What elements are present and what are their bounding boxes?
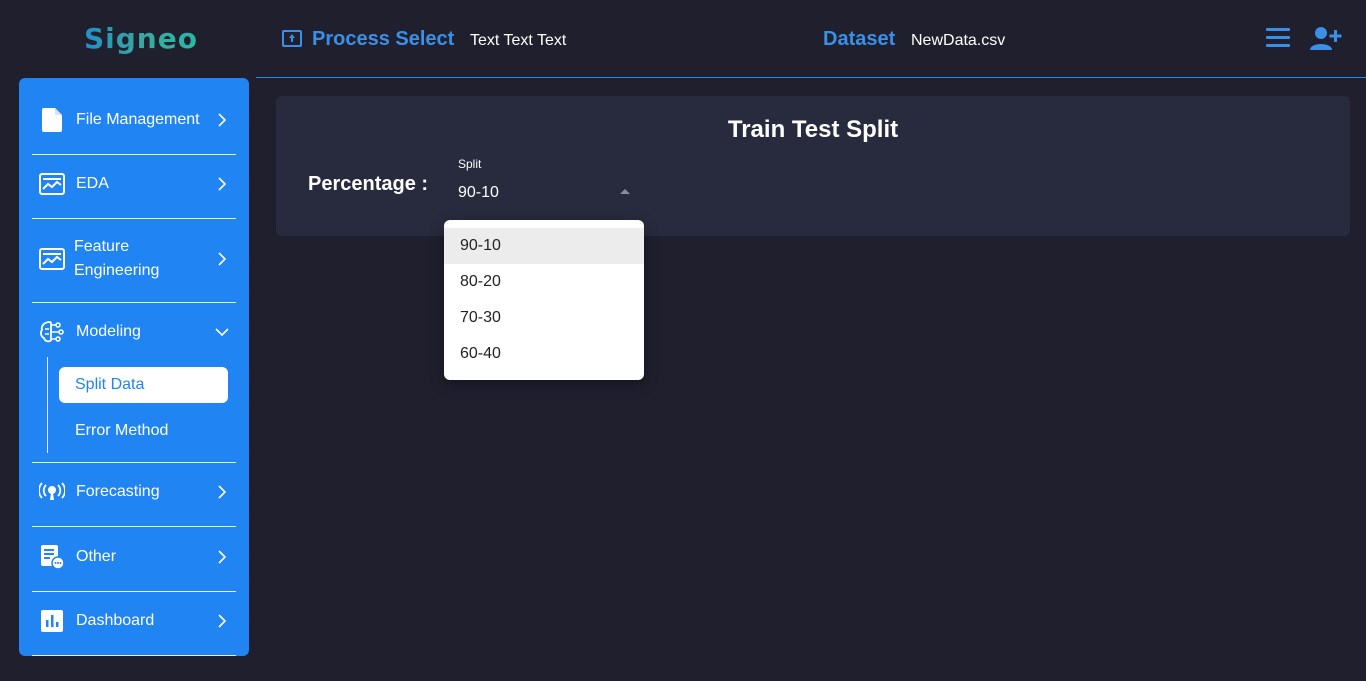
- divider: [32, 655, 236, 656]
- split-select-label: Split: [458, 157, 482, 171]
- split-option[interactable]: 60-40: [444, 336, 644, 372]
- sidebar-subitem-error-method[interactable]: Error Method: [75, 422, 168, 440]
- dataset-title: Dataset: [823, 28, 896, 50]
- caret-up-icon[interactable]: [620, 189, 630, 194]
- chart-board-icon: [39, 247, 65, 271]
- sidebar-item-feature-engineering[interactable]: Feature Engineering: [19, 235, 249, 283]
- sidebar-subitem-split-data[interactable]: Split Data: [59, 367, 228, 403]
- top-header: Process Select Text Text Text Dataset Ne…: [256, 0, 1366, 78]
- chevron-right-icon: [218, 177, 227, 191]
- sidebar-item-modeling[interactable]: Modeling: [19, 320, 249, 344]
- split-option[interactable]: 90-10: [444, 228, 644, 264]
- file-icon: [39, 108, 65, 132]
- sidebar-subitem-label: Split Data: [75, 376, 145, 393]
- add-user-icon[interactable]: [1310, 26, 1342, 52]
- divider: [32, 154, 236, 155]
- sidebar-item-label: Forecasting: [76, 483, 160, 500]
- sidebar-item-file-management[interactable]: File Management: [19, 108, 249, 132]
- train-test-split-card: Train Test Split Percentage : Split 90-1…: [276, 96, 1350, 236]
- chart-board-icon: [39, 172, 65, 196]
- divider: [32, 462, 236, 463]
- chevron-down-icon: [215, 328, 229, 337]
- sidebar-item-label: Dashboard: [76, 612, 155, 629]
- chevron-right-icon: [218, 113, 227, 127]
- chevron-right-icon: [218, 485, 227, 499]
- menu-icon[interactable]: [1266, 28, 1290, 48]
- document-chat-icon: [39, 545, 65, 569]
- bar-chart-icon: [39, 609, 65, 633]
- split-select[interactable]: 90-10: [458, 184, 499, 202]
- chevron-right-icon: [218, 550, 227, 564]
- submenu-guide-line: [47, 357, 48, 453]
- brain-circuit-icon: [39, 320, 65, 344]
- app-logo: Signeo: [84, 22, 198, 55]
- process-select-title[interactable]: Process Select: [312, 28, 454, 51]
- chevron-right-icon: [218, 252, 227, 266]
- sidebar: File Management EDA Feature Engineering …: [19, 78, 249, 656]
- chevron-right-icon: [218, 614, 227, 628]
- sidebar-item-forecasting[interactable]: Forecasting: [19, 480, 249, 504]
- sidebar-item-label-line2: Engineering: [74, 262, 160, 279]
- sidebar-item-dashboard[interactable]: Dashboard: [19, 609, 249, 633]
- sidebar-item-label: Modeling: [76, 323, 141, 340]
- process-select-text: Text Text Text: [470, 32, 567, 49]
- sidebar-item-label: File Management: [76, 111, 200, 128]
- broadcast-icon: [39, 480, 65, 504]
- sidebar-item-label: Feature: [74, 238, 130, 255]
- split-option[interactable]: 70-30: [444, 300, 644, 336]
- divider: [32, 591, 236, 592]
- dataset-filename: NewData.csv: [911, 32, 1006, 49]
- split-dropdown-menu: 90-10 80-20 70-30 60-40: [444, 220, 644, 380]
- sidebar-item-eda[interactable]: EDA: [19, 172, 249, 196]
- split-option[interactable]: 80-20: [444, 264, 644, 300]
- divider: [32, 302, 236, 303]
- divider: [32, 526, 236, 527]
- sidebar-item-other[interactable]: Other: [19, 545, 249, 569]
- sidebar-item-label: Other: [76, 548, 117, 565]
- page-title: Train Test Split: [727, 116, 899, 143]
- sidebar-item-label: EDA: [76, 175, 109, 192]
- percentage-label: Percentage :: [308, 173, 429, 195]
- upload-box-icon: [282, 30, 302, 47]
- divider: [32, 218, 236, 219]
